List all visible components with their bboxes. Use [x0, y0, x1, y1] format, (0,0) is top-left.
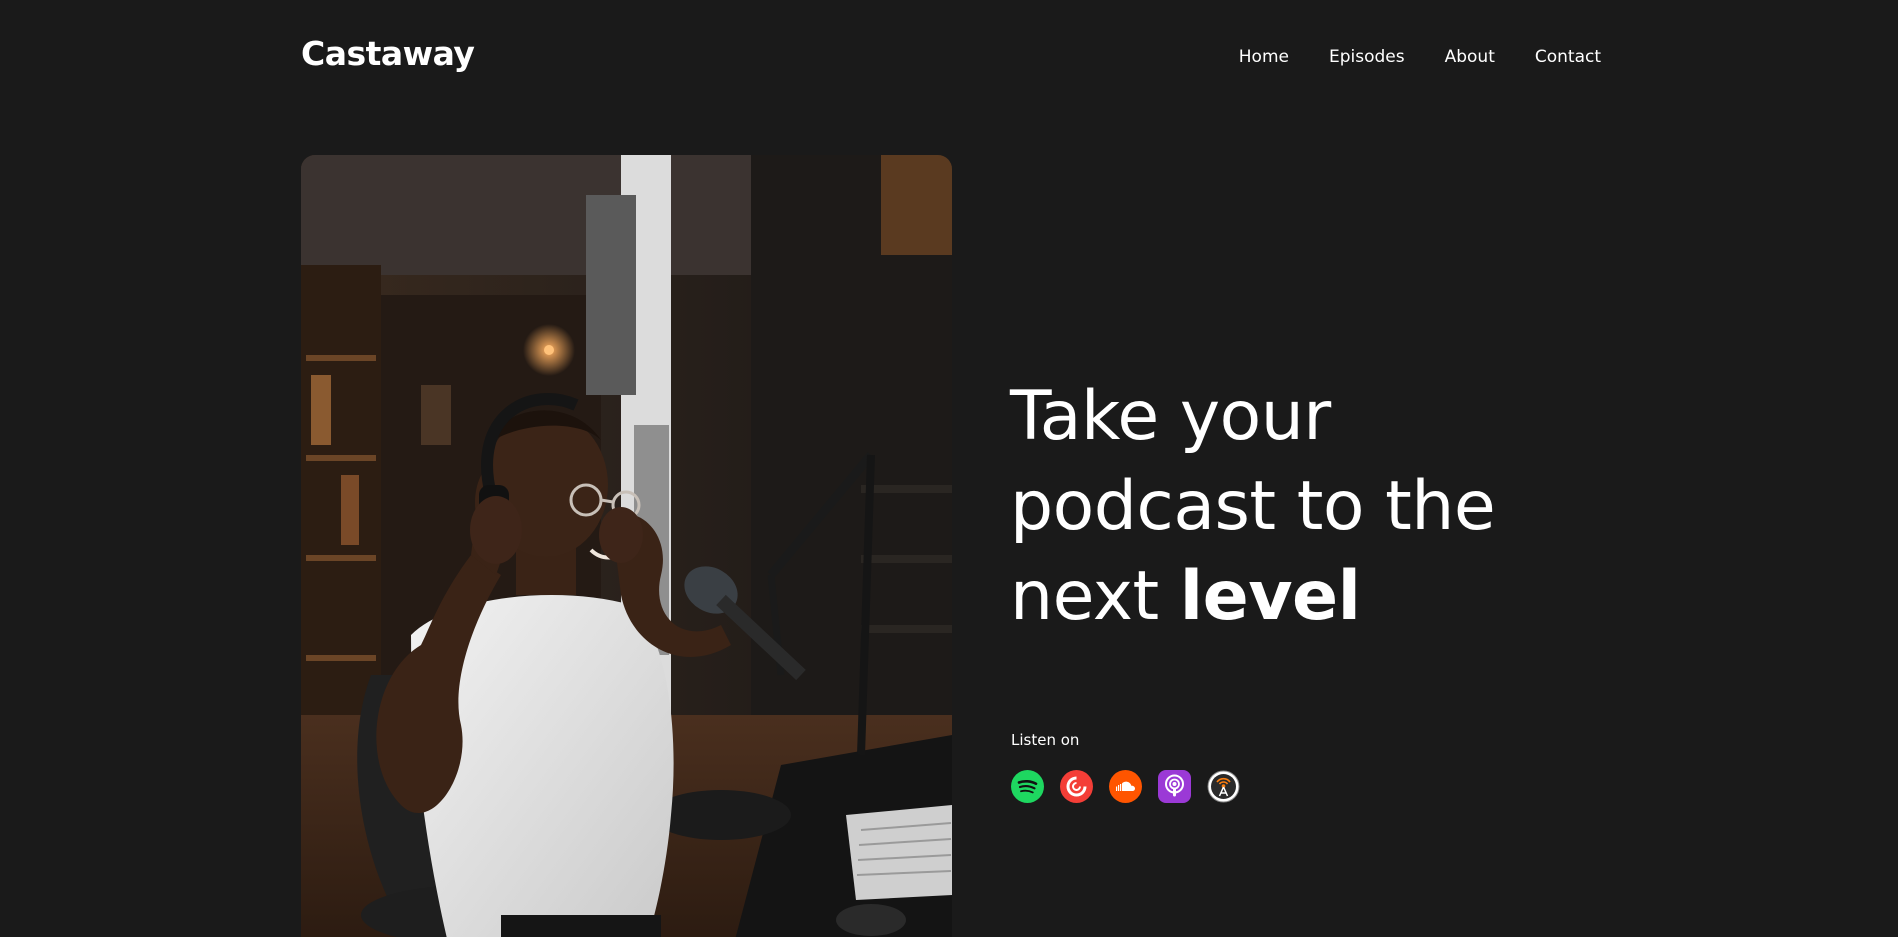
- hero-title-line-3: next: [1010, 557, 1180, 636]
- hero-image: [301, 155, 952, 937]
- main-nav: Home Episodes About Contact: [1239, 47, 1601, 67]
- hero-title-line-2: podcast to the: [1010, 467, 1496, 546]
- nav-about[interactable]: About: [1445, 47, 1495, 67]
- spotify-icon[interactable]: [1011, 770, 1044, 803]
- listen-on-label: Listen on: [1011, 731, 1080, 749]
- site-header: Castaway Home Episodes About Contact: [301, 28, 1601, 78]
- nav-contact[interactable]: Contact: [1535, 47, 1601, 67]
- hero-title-emphasis: level: [1179, 557, 1361, 636]
- nav-home[interactable]: Home: [1239, 47, 1289, 67]
- soundcloud-icon[interactable]: [1109, 770, 1142, 803]
- apple-podcasts-icon[interactable]: [1158, 770, 1191, 803]
- podcaster-photo: [301, 155, 952, 937]
- pocket-casts-icon[interactable]: [1060, 770, 1093, 803]
- overcast-icon[interactable]: [1207, 770, 1240, 803]
- hero-title-line-1: Take your: [1010, 377, 1331, 456]
- hero-title: Take your podcast to the next level: [1010, 372, 1570, 642]
- nav-episodes[interactable]: Episodes: [1329, 47, 1405, 67]
- platform-links: [1011, 770, 1240, 803]
- landing-page: Castaway Home Episodes About Contact Tak…: [0, 0, 1898, 937]
- brand-logo[interactable]: Castaway: [301, 34, 475, 73]
